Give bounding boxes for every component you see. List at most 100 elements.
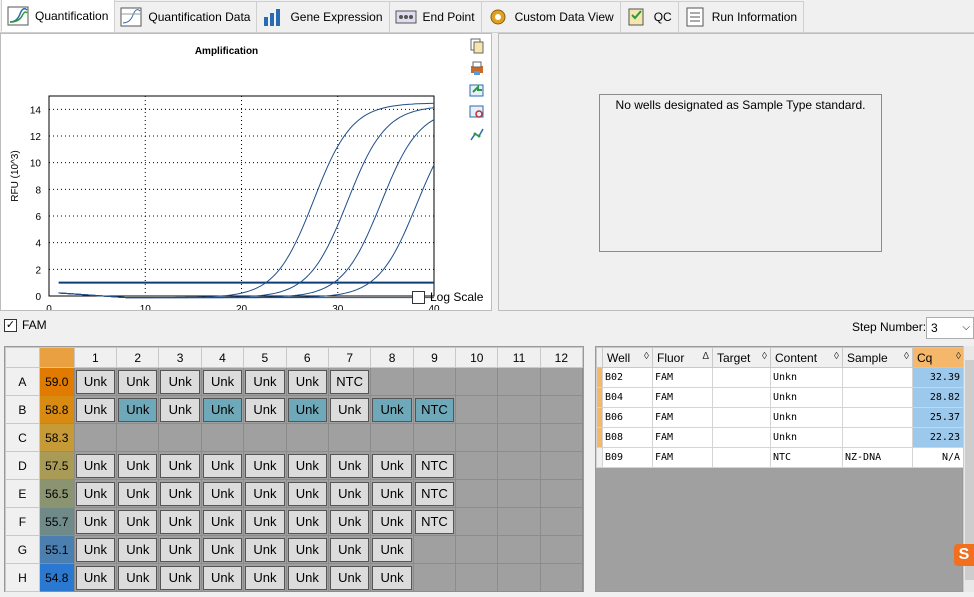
plate-well[interactable]: Unk: [285, 367, 329, 396]
plate-well[interactable]: Unk: [116, 367, 160, 396]
plate-column-header[interactable]: 11: [497, 347, 541, 368]
plate-well[interactable]: [497, 507, 541, 536]
plate-well[interactable]: Unk: [200, 479, 245, 508]
plate-well[interactable]: [497, 535, 541, 564]
plate-well[interactable]: [539, 535, 584, 564]
plate-well[interactable]: Unk: [285, 479, 329, 508]
plate-row-header[interactable]: C: [5, 423, 40, 452]
plate-well[interactable]: [412, 563, 457, 592]
plate-row-header[interactable]: F: [5, 507, 40, 536]
plate-well[interactable]: [497, 563, 541, 592]
plate-well[interactable]: Unk: [243, 367, 287, 396]
tab-run-information[interactable]: Run Information: [677, 1, 805, 32]
plate-well[interactable]: Unk: [158, 479, 202, 508]
plate-well[interactable]: [539, 423, 584, 452]
plate-well[interactable]: Unk: [243, 507, 287, 536]
plate-column-header[interactable]: 10: [455, 347, 499, 368]
plate-well[interactable]: Unk: [116, 563, 160, 592]
plate-well[interactable]: [497, 367, 541, 396]
plate-well[interactable]: Unk: [243, 479, 287, 508]
column-header-sample[interactable]: Sample ◊: [842, 347, 913, 368]
plate-well[interactable]: [370, 423, 414, 452]
plate-row-header[interactable]: E: [5, 479, 40, 508]
plate-column-header[interactable]: 6: [285, 347, 329, 368]
plate-well[interactable]: [412, 423, 457, 452]
plate-well[interactable]: Unk: [285, 535, 329, 564]
plate-well[interactable]: NTC: [412, 395, 457, 424]
plate-well[interactable]: Unk: [370, 451, 414, 480]
fam-checkbox[interactable]: ✓: [4, 318, 17, 332]
plate-well[interactable]: Unk: [116, 535, 160, 564]
plate-well[interactable]: Unk: [243, 451, 287, 480]
plate-well[interactable]: Unk: [370, 479, 414, 508]
plate-row-header[interactable]: B: [5, 395, 40, 424]
plate-well[interactable]: Unk: [158, 563, 202, 592]
plate-well[interactable]: [158, 423, 202, 452]
plate-row-header[interactable]: D: [5, 451, 40, 480]
results-row[interactable]: B02 FAM Unkn 32.39: [596, 367, 965, 388]
plate-well[interactable]: [370, 367, 414, 396]
plate-well[interactable]: Unk: [327, 479, 372, 508]
plate-well[interactable]: Unk: [73, 507, 118, 536]
plate-well[interactable]: Unk: [285, 563, 329, 592]
plate-well[interactable]: [285, 423, 329, 452]
plate-well[interactable]: [455, 535, 499, 564]
plate-well[interactable]: [455, 423, 499, 452]
plate-row-header[interactable]: H: [5, 563, 40, 592]
plate-well[interactable]: NTC: [412, 507, 457, 536]
plate-well[interactable]: Unk: [200, 451, 245, 480]
results-row[interactable]: B04 FAM Unkn 28.82: [596, 387, 965, 408]
plate-well[interactable]: Unk: [158, 395, 202, 424]
results-row[interactable]: B08 FAM Unkn 22.23: [596, 427, 965, 448]
plate-well[interactable]: Unk: [73, 367, 118, 396]
plate-row-header[interactable]: G: [5, 535, 40, 564]
column-header-content[interactable]: Content ◊: [770, 347, 843, 368]
plate-well[interactable]: Unk: [200, 395, 245, 424]
plate-well[interactable]: Unk: [243, 535, 287, 564]
plate-well[interactable]: Unk: [158, 451, 202, 480]
sort-icon[interactable]: ◊: [956, 351, 961, 362]
plate-well[interactable]: Unk: [73, 535, 118, 564]
plate-column-header[interactable]: 8: [370, 347, 414, 368]
print-icon[interactable]: [467, 58, 487, 78]
plate-column-header[interactable]: 3: [158, 347, 202, 368]
plate-well[interactable]: Unk: [243, 395, 287, 424]
plate-well[interactable]: Unk: [116, 507, 160, 536]
plate-well[interactable]: Unk: [200, 507, 245, 536]
export-icon[interactable]: [467, 80, 487, 100]
plate-well[interactable]: [497, 395, 541, 424]
plate-well[interactable]: [412, 367, 457, 396]
sort-icon[interactable]: ◊: [762, 351, 767, 362]
plate-well[interactable]: [412, 535, 457, 564]
column-header-well[interactable]: Well ◊: [602, 347, 653, 368]
plate-column-header[interactable]: 7: [327, 347, 372, 368]
plate-well[interactable]: [243, 423, 287, 452]
plate-well[interactable]: [497, 423, 541, 452]
plate-column-header[interactable]: 9: [412, 347, 457, 368]
column-header-target[interactable]: Target ◊: [712, 347, 771, 368]
plate-well[interactable]: [539, 479, 584, 508]
results-row[interactable]: B06 FAM Unkn 25.37: [596, 407, 965, 428]
plate-well[interactable]: Unk: [200, 563, 245, 592]
plate-well[interactable]: Unk: [243, 563, 287, 592]
column-header-cq[interactable]: Cq ◊: [912, 347, 965, 368]
plate-well[interactable]: Unk: [327, 563, 372, 592]
plate-well[interactable]: Unk: [285, 451, 329, 480]
plate-well[interactable]: [539, 507, 584, 536]
plate-row-header[interactable]: A: [5, 367, 40, 396]
plate-well[interactable]: [455, 563, 499, 592]
plate-well[interactable]: [455, 395, 499, 424]
plate-well[interactable]: Unk: [73, 479, 118, 508]
copy-icon[interactable]: [467, 36, 487, 56]
plate-column-header[interactable]: 12: [539, 347, 584, 368]
plate-well[interactable]: [497, 451, 541, 480]
plate-well[interactable]: Unk: [370, 395, 414, 424]
plate-well[interactable]: [116, 423, 160, 452]
plate-well[interactable]: [455, 507, 499, 536]
plate-well[interactable]: Unk: [200, 367, 245, 396]
plate-well[interactable]: Unk: [327, 535, 372, 564]
zoom-chart-icon[interactable]: [467, 102, 487, 122]
plate-well[interactable]: [73, 423, 118, 452]
chart-settings-icon[interactable]: [467, 124, 487, 144]
plate-well[interactable]: Unk: [116, 479, 160, 508]
